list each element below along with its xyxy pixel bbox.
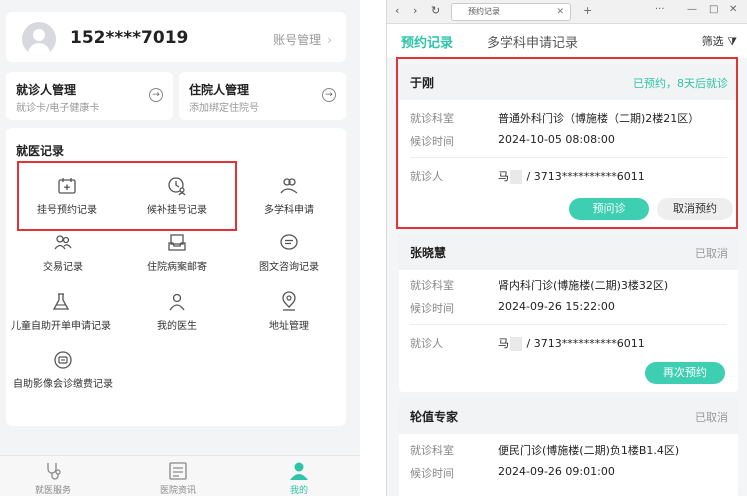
appointment-card-header (399, 234, 738, 270)
avatar (22, 22, 56, 56)
maximize-icon[interactable]: □ (709, 4, 718, 15)
browser-tab-title: 预约记录 (468, 7, 500, 16)
arrow-right-icon: → (149, 88, 163, 102)
group-icon (280, 178, 298, 194)
record-tabs: 预约记录 多学科申请记录 (387, 24, 747, 58)
stethoscope-icon (47, 463, 61, 480)
tab-mine[interactable]: 我的 (249, 460, 349, 496)
tab-multidisciplinary-records[interactable]: 多学科申请记录 (487, 32, 578, 51)
mobile-profile-panel: 152****7019 账号管理 › 就诊人管理 就诊卡/电子健康卡 → 住院人管… (0, 0, 360, 496)
bottom-tab-bar: 就医服务 医院资讯 我的 (0, 455, 360, 496)
grid-item-label: 自助影像会诊缴费记录 (13, 379, 113, 390)
doctor-icon (169, 293, 185, 311)
status-badge: 已取消 (695, 247, 728, 260)
new-tab-icon[interactable]: + (583, 4, 592, 17)
location-icon (282, 291, 296, 311)
highlight-box (396, 57, 738, 229)
grid-item-label: 地址管理 (269, 321, 309, 332)
patient-management-card[interactable]: 就诊人管理 就诊卡/电子健康卡 → (6, 72, 173, 120)
close-tab-icon[interactable]: ✕ (556, 4, 564, 20)
grid-item-label: 图文咨询记录 (259, 262, 319, 273)
redaction-mask (510, 337, 522, 351)
tab-label: 就医服务 (34, 486, 71, 496)
doctor-name: 张晓慧 (410, 246, 447, 260)
doctor-name: 轮值专家 (410, 410, 459, 424)
minimize-icon[interactable]: — (687, 4, 697, 15)
inpatient-management-title: 住院人管理 (189, 83, 250, 97)
grid-item-my-doctor[interactable]: 我的医生 (117, 291, 237, 332)
user-card[interactable]: 152****7019 账号管理 › (6, 12, 346, 62)
tab-hospital-news[interactable]: 医院资讯 (128, 460, 228, 496)
more-icon[interactable]: ··· (655, 4, 665, 15)
user-phone: 152****7019 (70, 28, 189, 48)
scan-icon (54, 351, 72, 369)
close-window-icon[interactable]: ✕ (729, 4, 737, 15)
grid-item-multidisciplinary[interactable]: 多学科申请 (229, 175, 349, 216)
highlight-box (17, 161, 237, 231)
grid-item-label: 我的医生 (157, 321, 197, 332)
patient-management-subtitle: 就诊卡/电子健康卡 (16, 103, 100, 114)
people-icon (54, 235, 72, 250)
chevron-right-icon: › (327, 33, 332, 47)
dept-label: 就诊科室 (410, 279, 454, 292)
dept-value: 肾内科门诊(博施楼(二期)3楼32区) (498, 279, 669, 292)
patient-management-title: 就诊人管理 (16, 83, 77, 97)
status-badge: 已取消 (695, 411, 728, 424)
time-value: 2024-09-26 15:22:00 (498, 300, 615, 313)
grid-item-transaction-records[interactable]: 交易记录 (3, 232, 123, 273)
medical-records-title: 就医记录 (16, 144, 65, 158)
dept-label: 就诊科室 (410, 444, 454, 457)
back-icon[interactable]: ‹ (395, 4, 399, 17)
chat-icon (280, 234, 298, 250)
time-label: 候诊时间 (410, 302, 454, 315)
filter-button[interactable]: 筛选 ⧩ (702, 33, 737, 49)
grid-item-address-management[interactable]: 地址管理 (229, 291, 349, 332)
tab-label: 医院资讯 (159, 486, 196, 496)
inpatient-management-card[interactable]: 住院人管理 添加绑定住院号 → (179, 72, 346, 120)
grid-item-label: 多学科申请 (264, 205, 314, 216)
grid-item-label: 住院病案邮寄 (147, 262, 207, 273)
account-management-link[interactable]: 账号管理 › (273, 31, 332, 48)
tab-appointment-records[interactable]: 预约记录 (401, 32, 453, 51)
mail-tray-icon (168, 234, 186, 251)
tab-label: 我的 (289, 486, 308, 496)
forward-icon[interactable]: › (413, 4, 417, 17)
inpatient-management-subtitle: 添加绑定住院号 (189, 103, 259, 114)
flask-icon (52, 293, 70, 310)
appointment-card: 轮值专家 已取消 就诊科室 便民门诊(博施楼(二期)负1楼B1.4区) 候诊时间… (399, 398, 738, 498)
grid-item-label: 儿童自助开单申请记录 (11, 321, 111, 332)
grid-item-medical-record-mailing[interactable]: 住院病案邮寄 (117, 232, 237, 273)
grid-item-imaging-consult-payment[interactable]: 自助影像会诊缴费记录 (3, 349, 123, 390)
news-icon (169, 462, 187, 480)
patient-value: 马 / 3713**********6011 (498, 337, 645, 351)
browser-toolbar: ‹ › ↻ 预约记录 ✕ + ··· — □ ✕ (387, 0, 747, 24)
time-value: 2024-09-26 09:01:00 (498, 465, 615, 478)
dept-value: 便民门诊(博施楼(二期)负1楼B1.4区) (498, 444, 680, 457)
reload-icon[interactable]: ↻ (431, 4, 440, 17)
tab-medical-service[interactable]: 就医服务 (3, 460, 103, 496)
patient-label: 就诊人 (410, 337, 443, 350)
rebook-button[interactable]: 再次预约 (645, 362, 725, 384)
appointment-card: 张晓慧 已取消 就诊科室 肾内科门诊(博施楼(二期)3楼32区) 候诊时间 20… (399, 234, 738, 392)
profile-icon (290, 462, 308, 480)
divider (410, 324, 727, 325)
grid-item-consultation-records[interactable]: 图文咨询记录 (229, 232, 349, 273)
grid-item-label: 交易记录 (43, 262, 83, 273)
grid-item-child-self-order[interactable]: 儿童自助开单申请记录 (1, 291, 121, 332)
arrow-right-icon: → (322, 88, 336, 102)
time-label: 候诊时间 (410, 467, 454, 480)
filter-icon: ⧩ (727, 35, 737, 48)
browser-tab[interactable]: 预约记录 ✕ (451, 3, 571, 21)
